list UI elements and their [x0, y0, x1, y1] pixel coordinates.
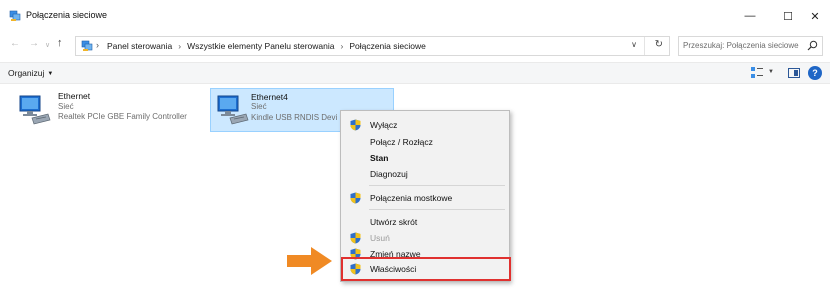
- address-bar[interactable]: › Panel sterowania › Wszystkie elementy Pa…: [75, 36, 670, 56]
- menu-item-status[interactable]: Stan: [341, 150, 509, 166]
- context-menu: Wyłącz Połącz / Rozłącz Stan Diagnozuj P…: [340, 110, 511, 282]
- minimize-icon: —: [744, 10, 756, 22]
- menu-separator: [369, 209, 505, 210]
- organize-button[interactable]: Organizuj ▼: [8, 68, 53, 78]
- menu-item-label: Stan: [370, 153, 389, 163]
- menu-item-create-shortcut[interactable]: Utwórz skrót: [341, 214, 509, 230]
- menu-item-properties[interactable]: Właściwości: [341, 257, 511, 281]
- menu-item-label: Diagnozuj: [370, 169, 408, 179]
- close-button[interactable]: ✕: [797, 0, 830, 32]
- menu-item-label: Połączenia mostkowe: [370, 193, 453, 203]
- maximize-icon: ☐: [783, 10, 793, 23]
- command-bar: Organizuj ▼ ▼ ?: [0, 62, 830, 84]
- breadcrumb-separator: ›: [340, 41, 344, 51]
- chevron-down-icon: ▼: [47, 71, 54, 77]
- address-divider: [644, 37, 645, 55]
- organize-label: Organizuj: [8, 68, 45, 78]
- uac-shield-icon: [350, 263, 361, 275]
- title-bar: Połączenia sieciowe — ☐ ✕: [0, 0, 830, 32]
- window-title: Połączenia sieciowe: [26, 10, 108, 20]
- menu-item-diagnose[interactable]: Diagnozuj: [341, 166, 509, 182]
- forward-button[interactable]: →: [29, 38, 39, 49]
- control-panel-icon: [81, 40, 93, 51]
- address-row: ← → ∨ ↑ › Panel sterowania › Wszystkie ele…: [0, 34, 830, 58]
- connection-type: Sieć: [58, 102, 74, 111]
- close-icon: ✕: [810, 10, 820, 23]
- menu-item-disable[interactable]: Wyłącz: [341, 117, 509, 133]
- menu-item-connect-disconnect[interactable]: Połącz / Rozłącz: [341, 134, 509, 150]
- connection-name: Ethernet4: [251, 92, 288, 102]
- connection-name: Ethernet: [58, 91, 91, 101]
- address-dropdown-button[interactable]: ∨: [631, 40, 637, 49]
- menu-item-label: Usuń: [370, 233, 390, 243]
- connection-item-ethernet[interactable]: Ethernet Sieć Realtek PCIe GBE Family Co…: [16, 90, 201, 132]
- uac-shield-icon: [350, 192, 361, 204]
- menu-item-label: Utwórz skrót: [370, 217, 418, 227]
- recent-locations-button[interactable]: ∨: [45, 41, 50, 49]
- menu-item-label: Połącz / Rozłącz: [370, 137, 433, 147]
- pointer-arrow-icon: [287, 247, 332, 275]
- network-adapter-icon: [217, 95, 249, 125]
- breadcrumb-all-items[interactable]: Wszystkie elementy Panelu sterowania: [187, 41, 334, 51]
- breadcrumb-control-panel[interactable]: Panel sterowania: [107, 41, 172, 51]
- network-connections-window: Połączenia sieciowe — ☐ ✕ ← → ∨ ↑ › Pane…: [0, 0, 830, 307]
- up-button[interactable]: ↑: [57, 37, 63, 49]
- network-connections-icon: [9, 10, 21, 21]
- breadcrumb-separator: ›: [96, 40, 99, 50]
- minimize-button[interactable]: —: [732, 0, 768, 32]
- network-adapter-icon: [19, 95, 51, 125]
- search-icon: [807, 40, 818, 51]
- connection-device: Kindle USB RNDIS Devi: [251, 113, 338, 122]
- change-view-dropdown-button[interactable]: ▼: [768, 69, 774, 75]
- breadcrumb: Panel sterowania › Wszystkie elementy Pane…: [107, 41, 426, 51]
- connection-device: Realtek PCIe GBE Family Controller: [58, 112, 187, 121]
- help-button[interactable]: ?: [808, 66, 822, 80]
- change-view-icon[interactable]: [751, 67, 763, 79]
- uac-shield-icon: [350, 119, 361, 131]
- menu-item-label: Właściwości: [370, 264, 417, 274]
- refresh-button[interactable]: ↻: [655, 39, 663, 50]
- connection-type: Sieć: [251, 102, 267, 111]
- menu-item-bridge-connections[interactable]: Połączenia mostkowe: [341, 190, 509, 206]
- menu-item-delete[interactable]: Usuń: [341, 230, 509, 246]
- back-button[interactable]: ←: [10, 38, 20, 49]
- search-input[interactable]: Przeszukaj: Połączenia sieciowe: [678, 36, 823, 56]
- breadcrumb-separator: ›: [178, 41, 182, 51]
- preview-pane-icon[interactable]: [788, 68, 800, 78]
- menu-item-label: Wyłącz: [370, 120, 398, 130]
- breadcrumb-network-connections[interactable]: Połączenia sieciowe: [349, 41, 426, 51]
- uac-shield-icon: [350, 232, 361, 244]
- search-placeholder: Przeszukaj: Połączenia sieciowe: [683, 41, 799, 50]
- menu-separator: [369, 185, 505, 186]
